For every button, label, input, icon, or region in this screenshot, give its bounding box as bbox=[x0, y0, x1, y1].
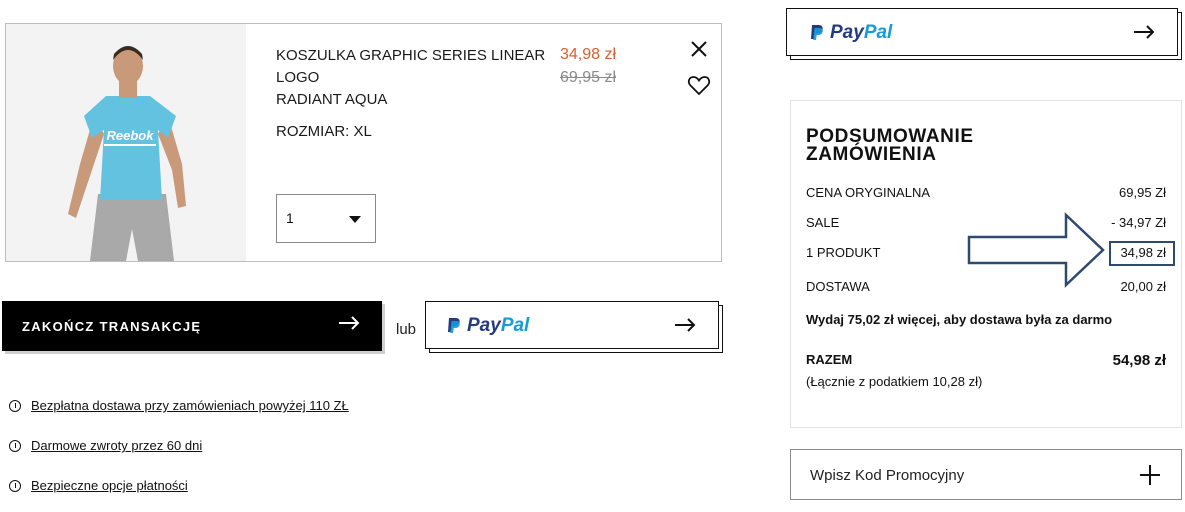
summary-row-label: DOSTAWA bbox=[806, 279, 870, 294]
summary-row-value: 20,00 zł bbox=[1120, 279, 1166, 294]
chevron-down-icon bbox=[349, 216, 361, 223]
paypal-button-top[interactable]: PayPal bbox=[786, 8, 1178, 56]
summary-row-label: 1 PRODUKT bbox=[806, 245, 881, 260]
info-icon bbox=[9, 399, 21, 412]
checkout-button-label: ZAKOŃCZ TRANSAKCJĘ bbox=[22, 319, 202, 334]
annotation-arrow-icon bbox=[967, 212, 1105, 288]
plus-icon bbox=[1140, 465, 1160, 485]
arrow-right-icon bbox=[1134, 25, 1155, 39]
paypal-text-pal: Pal bbox=[863, 22, 893, 43]
summary-row-label: SALE bbox=[806, 215, 840, 230]
product-photo-illustration: Reebok bbox=[6, 24, 246, 261]
cart-item-card: Reebok KOSZULKA GRAPHIC SERIES LINEAR LO… bbox=[5, 23, 722, 262]
tax-note: (Łącznie z podatkiem 10,28 zł) bbox=[806, 374, 983, 389]
quantity-select[interactable]: 1 bbox=[276, 194, 376, 243]
product-name-line-1: KOSZULKA GRAPHIC SERIES LINEAR bbox=[276, 47, 546, 64]
arrow-right-icon bbox=[675, 318, 696, 332]
wishlist-heart-icon[interactable] bbox=[687, 74, 711, 96]
remove-item-close-icon[interactable] bbox=[688, 38, 710, 60]
original-price: 69,95 zł bbox=[560, 69, 617, 86]
summary-row-value: 69,95 Zł bbox=[1119, 185, 1166, 200]
paypal-text-pal: Pal bbox=[500, 315, 530, 336]
product-name-line-2: LOGO bbox=[276, 69, 320, 86]
product-name[interactable]: KOSZULKA GRAPHIC SERIES LINEAR LOGO RADI… bbox=[276, 45, 546, 111]
paypal-logo: PayPal bbox=[809, 22, 892, 44]
product-size: ROZMIAR: XL bbox=[276, 123, 372, 140]
paypal-text-pay: Pay bbox=[830, 22, 864, 43]
shirt-logo-text: Reebok bbox=[107, 128, 155, 143]
info-link-free-returns[interactable]: Darmowe zwroty przez 60 dni bbox=[9, 438, 202, 453]
product-name-line-3: RADIANT AQUA bbox=[276, 91, 388, 108]
arrow-right-icon bbox=[339, 316, 360, 330]
total-value: 54,98 zł bbox=[1112, 352, 1166, 369]
or-label: lub bbox=[396, 321, 417, 338]
quantity-value: 1 bbox=[286, 210, 294, 226]
summary-row-value: - 34,97 Zł bbox=[1111, 215, 1166, 230]
info-icon bbox=[9, 479, 21, 492]
paypal-text-pay: Pay bbox=[467, 315, 501, 336]
paypal-p-icon bbox=[811, 24, 823, 40]
info-icon bbox=[9, 439, 21, 452]
order-summary-title-line-2: ZAMÓWIENIA bbox=[806, 144, 937, 165]
order-summary-title: PODSUMOWANIE ZAMÓWIENIA bbox=[806, 127, 1066, 165]
info-link-text: Bezpieczne opcje płatności bbox=[31, 478, 188, 493]
info-link-secure-payment[interactable]: Bezpieczne opcje płatności bbox=[9, 478, 188, 493]
info-link-free-delivery[interactable]: Bezpłatna dostawa przy zamówieniach powy… bbox=[9, 398, 349, 413]
promo-code-label: Wpisz Kod Promocyjny bbox=[810, 467, 965, 484]
annotation-highlight-box bbox=[1109, 241, 1175, 266]
total-label: RAZEM bbox=[806, 352, 853, 367]
paypal-button[interactable]: PayPal bbox=[425, 301, 719, 349]
info-link-text: Darmowe zwroty przez 60 dni bbox=[31, 438, 203, 453]
paypal-logo: PayPal bbox=[446, 315, 529, 337]
promo-code-toggle[interactable]: Wpisz Kod Promocyjny bbox=[790, 449, 1182, 500]
sale-price: 34,98 zł bbox=[560, 46, 617, 63]
summary-row-label: CENA ORYGINALNA bbox=[806, 185, 931, 200]
free-shipping-note: Wydaj 75,02 zł więcej, aby dostawa była … bbox=[806, 312, 1113, 327]
product-image[interactable]: Reebok bbox=[6, 24, 246, 261]
checkout-button[interactable]: ZAKOŃCZ TRANSAKCJĘ bbox=[2, 301, 382, 351]
paypal-p-icon bbox=[448, 317, 460, 333]
info-link-text: Bezpłatna dostawa przy zamówieniach powy… bbox=[31, 398, 349, 413]
